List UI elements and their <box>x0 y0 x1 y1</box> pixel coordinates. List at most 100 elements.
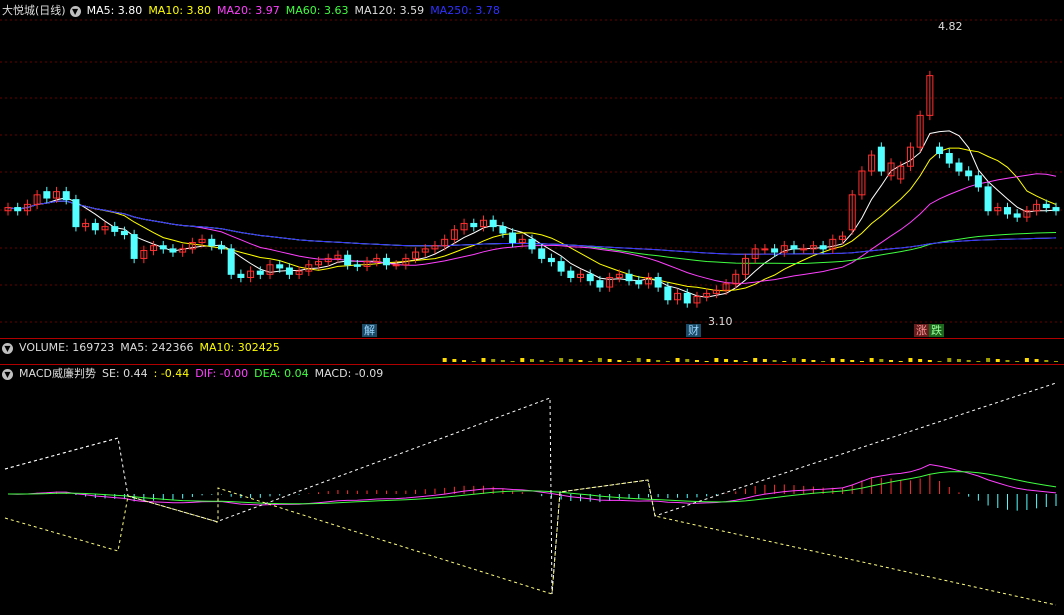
candle-body <box>974 175 982 188</box>
candle-body <box>237 273 245 278</box>
low-price-label: 3.10 <box>708 315 733 328</box>
volume-bar <box>733 360 738 362</box>
volume-bar <box>588 361 593 362</box>
volume-bar <box>627 361 632 362</box>
dea-line <box>8 471 1057 505</box>
volume-bar <box>491 359 496 362</box>
candle-body <box>169 248 177 253</box>
volume-bar <box>1054 361 1058 362</box>
volume-bar <box>898 361 903 362</box>
candle-body <box>62 191 70 201</box>
candle-body <box>965 170 973 177</box>
candle-body <box>227 248 235 275</box>
candle-body <box>256 270 264 275</box>
volume-bar <box>762 359 767 362</box>
ma-legend-item-1: MA10: 3.80 <box>148 4 212 17</box>
candle-body <box>761 248 769 251</box>
candle-body <box>14 207 22 212</box>
candle-body <box>353 264 361 267</box>
ma-legend-item-0: MA5: 3.80 <box>86 4 143 17</box>
dropdown-arrow-icon[interactable]: ▼ <box>2 342 13 354</box>
volume-bar <box>656 360 661 362</box>
volume-bar <box>520 358 525 362</box>
volume-bar <box>471 361 476 362</box>
candle-body <box>955 162 963 172</box>
high-price-label: 4.82 <box>938 20 963 33</box>
ma-legend-item-5: MA250: 3.78 <box>430 4 500 17</box>
volume-legend-item-0: VOLUME: 169723 <box>19 341 115 354</box>
candle-body <box>382 257 390 266</box>
price-panel-header: 大悦城(日线) ▼ MA5: 3.80 MA10: 3.80 MA20: 3.97 MA6… <box>2 3 512 18</box>
volume-bar <box>636 358 641 362</box>
candle-body <box>567 270 575 278</box>
volume-bar <box>889 360 894 362</box>
volume-bar <box>995 359 1000 362</box>
event-tag-fall[interactable]: 跌 <box>929 324 944 337</box>
candle-body <box>557 261 565 272</box>
volume-bar <box>1005 360 1010 362</box>
candle-body <box>596 280 604 288</box>
stock-chart[interactable] <box>0 0 1064 615</box>
candle-body <box>111 226 119 232</box>
volume-bar <box>1044 360 1049 362</box>
macd-legend-item-4: DEA: 0.04 <box>254 367 309 380</box>
candle-body <box>936 146 944 155</box>
candle-body <box>586 273 594 282</box>
volume-panel-header: ▼ VOLUME: 169723 MA5: 242366 MA10: 302425 <box>2 340 292 355</box>
candle-body <box>344 254 352 266</box>
candle-body <box>547 257 555 263</box>
volume-bar <box>947 358 952 362</box>
dropdown-arrow-icon[interactable]: ▼ <box>69 5 81 17</box>
candle-body <box>528 238 536 250</box>
panel-separator <box>0 364 1064 365</box>
volume-bar <box>976 361 981 362</box>
candle-body <box>800 248 808 251</box>
candle-body <box>276 264 284 269</box>
volume-legend-item-2: MA10: 302425 <box>199 341 280 354</box>
volume-bar <box>539 360 544 362</box>
volume-bar <box>646 359 651 362</box>
volume-bar <box>1024 358 1029 362</box>
volume-bar <box>617 360 622 362</box>
candle-body <box>819 245 827 250</box>
volume-bar <box>956 359 961 362</box>
event-tag-rise[interactable]: 涨 <box>914 324 929 337</box>
volume-bar <box>1034 359 1039 362</box>
volume-bar <box>782 361 787 362</box>
candle-body <box>635 280 643 285</box>
volume-bar <box>694 360 699 362</box>
volume-bar <box>753 358 758 362</box>
candle-body <box>771 248 779 253</box>
volume-bar <box>821 361 826 362</box>
candle-body <box>877 146 885 172</box>
dropdown-arrow-icon[interactable]: ▼ <box>2 368 13 380</box>
candle-body <box>984 186 992 212</box>
macd-legend-item-0: MACD威廉判势 <box>19 367 96 380</box>
volume-bar <box>986 358 991 362</box>
volume-bar <box>792 358 796 362</box>
macd-legend-item-2: : -0.44 <box>153 367 190 380</box>
candle-body <box>72 199 80 228</box>
volume-bar <box>685 359 690 362</box>
candle-body <box>91 222 99 231</box>
volume-bar <box>879 359 884 362</box>
volume-bar <box>850 360 855 362</box>
volume-bar <box>500 360 505 362</box>
volume-bar <box>675 358 680 362</box>
event-tag-unlock[interactable]: 解 <box>362 324 377 337</box>
stock-title[interactable]: 大悦城(日线) <box>2 4 66 17</box>
event-tag-finance[interactable]: 财 <box>686 324 701 337</box>
volume-bar <box>665 361 670 362</box>
candle-body <box>1042 203 1050 209</box>
volume-bar <box>724 359 729 362</box>
volume-bar <box>530 359 534 362</box>
candle-body <box>625 273 633 282</box>
volume-bar <box>772 360 777 362</box>
candle-body <box>392 264 400 267</box>
volume-bar <box>442 358 447 362</box>
candle-body <box>470 222 478 228</box>
volume-bar <box>869 358 874 362</box>
se-upper-line <box>4 437 119 470</box>
volume-legend-item-1: MA5: 242366 <box>120 341 194 354</box>
candle-body <box>538 248 546 259</box>
